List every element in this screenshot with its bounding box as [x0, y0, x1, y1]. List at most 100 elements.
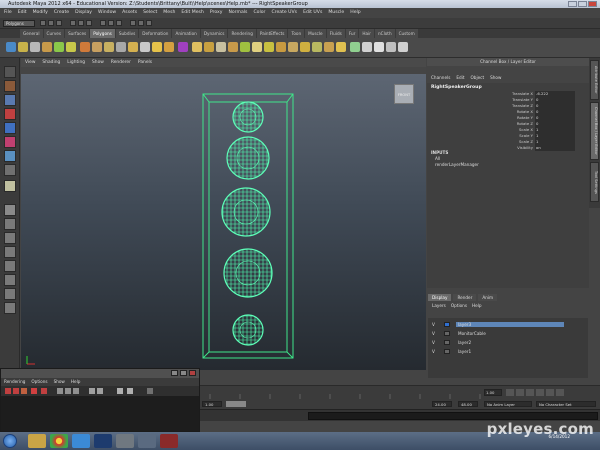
layer-row[interactable]: V MonitorCable: [432, 329, 564, 337]
media-player-taskbar-icon[interactable]: [72, 434, 90, 448]
quadrangulate-icon[interactable]: [264, 42, 274, 52]
menu-muscle[interactable]: Muscle: [328, 8, 344, 18]
scale-tool-icon[interactable]: [4, 136, 16, 148]
exposure-icon[interactable]: [147, 388, 153, 394]
render-view-maximize-icon[interactable]: [180, 370, 187, 376]
duplicate-face-icon[interactable]: [300, 42, 310, 52]
explorer-taskbar-icon[interactable]: [28, 434, 46, 448]
play-forwards-icon[interactable]: [536, 389, 544, 396]
uv-editor-icon[interactable]: [398, 42, 408, 52]
extract-icon[interactable]: [104, 42, 114, 52]
menu-assets[interactable]: Assets: [122, 8, 137, 18]
refresh-icon[interactable]: [41, 388, 47, 394]
shelf-tab-surfaces[interactable]: Surfaces: [65, 29, 90, 38]
menu-select[interactable]: Select: [143, 8, 157, 18]
menu-normals[interactable]: Normals: [228, 8, 247, 18]
render-settings-icon[interactable]: [146, 20, 152, 26]
merge-icon[interactable]: [228, 42, 238, 52]
snap-grid-icon[interactable]: [100, 20, 106, 26]
shelf-tab-ncloth[interactable]: nCloth: [375, 29, 395, 38]
attr-visibility[interactable]: Visibility on: [487, 145, 587, 151]
maximize-icon[interactable]: [578, 1, 587, 7]
current-frame-field[interactable]: 1.00: [484, 389, 502, 396]
time-slider[interactable]: 1.00: [200, 385, 600, 400]
shelf-tab-fluids[interactable]: Fluids: [326, 29, 345, 38]
append-polygon-icon[interactable]: [178, 42, 188, 52]
lasso-tool-icon[interactable]: [4, 80, 16, 92]
fill-hole-icon[interactable]: [240, 42, 250, 52]
cb-menu-show[interactable]: Show: [490, 74, 501, 82]
panel-menu-shading[interactable]: Shading: [42, 58, 60, 67]
planar-uv-icon[interactable]: [350, 42, 360, 52]
go-to-end-icon[interactable]: [556, 389, 564, 396]
shelf-tab-subdivs[interactable]: Subdivs: [115, 29, 139, 38]
soft-mod-tool-icon[interactable]: [4, 164, 16, 176]
side-tab-channel-box[interactable]: Channel Box / Layer Editor: [590, 102, 599, 160]
shelf-tab-dynamics[interactable]: Dynamics: [200, 29, 228, 38]
wedge-icon[interactable]: [276, 42, 286, 52]
smooth-icon[interactable]: [116, 42, 126, 52]
app-taskbar-icon[interactable]: [138, 434, 156, 448]
rv-menu-options[interactable]: Options: [31, 378, 47, 386]
cut-faces-icon[interactable]: [312, 42, 322, 52]
layer-tab-display[interactable]: Display: [428, 294, 452, 301]
menu-create[interactable]: Create: [54, 8, 69, 18]
keep-image-icon[interactable]: [89, 388, 95, 394]
start-button[interactable]: [3, 434, 17, 448]
maya-taskbar-icon[interactable]: [116, 434, 134, 448]
shelf-tab-polygons[interactable]: Polygons: [90, 29, 115, 38]
layer-visibility-toggle[interactable]: V: [432, 322, 438, 327]
menu-edit-mesh[interactable]: Edit Mesh: [181, 8, 203, 18]
bridge-icon[interactable]: [164, 42, 174, 52]
extrude-icon[interactable]: [152, 42, 162, 52]
range-end-field[interactable]: 24.00: [432, 401, 452, 407]
layer-visibility-toggle[interactable]: V: [432, 349, 438, 354]
boolean-icon[interactable]: [140, 42, 150, 52]
spherical-uv-icon[interactable]: [374, 42, 384, 52]
combine-icon[interactable]: [80, 42, 90, 52]
layer-color-swatch[interactable]: [444, 321, 450, 327]
shelf-tab-toon[interactable]: Toon: [288, 29, 305, 38]
layer-color-swatch[interactable]: [444, 339, 450, 345]
layer-color-swatch[interactable]: [444, 348, 450, 354]
panel-menu-lighting[interactable]: Lighting: [67, 58, 85, 67]
shelf-tab-hair[interactable]: Hair: [359, 29, 374, 38]
layer-name[interactable]: layer3: [456, 321, 564, 327]
layer-menu-layers[interactable]: Layers: [432, 303, 446, 308]
menu-edit[interactable]: Edit: [18, 8, 27, 18]
rv-menu-show[interactable]: Show: [54, 378, 65, 386]
cb-menu-object[interactable]: Object: [470, 74, 484, 82]
shelf-tab-rendering[interactable]: Rendering: [228, 29, 256, 38]
poly-plane-icon[interactable]: [54, 42, 64, 52]
automatic-uv-icon[interactable]: [386, 42, 396, 52]
cb-menu-channels[interactable]: Channels: [431, 74, 450, 82]
select-component-icon[interactable]: [86, 20, 92, 26]
render-view-image-area[interactable]: [1, 396, 199, 431]
open-scene-icon[interactable]: [48, 20, 54, 26]
snap-curve-icon[interactable]: [108, 20, 114, 26]
alpha-channel-icon[interactable]: [65, 388, 71, 394]
panel-menu-panels[interactable]: Panels: [138, 58, 152, 67]
persp-outliner-layout-icon[interactable]: [4, 232, 16, 244]
redo-render-icon[interactable]: [5, 388, 11, 394]
triangulate-icon[interactable]: [252, 42, 262, 52]
custom-layout-icon[interactable]: [4, 288, 16, 300]
shelf-tab-curves[interactable]: Curves: [43, 29, 65, 38]
layer-tab-render[interactable]: Render: [453, 294, 477, 301]
save-scene-icon[interactable]: [56, 20, 62, 26]
step-forward-icon[interactable]: [546, 389, 554, 396]
rotate-tool-icon[interactable]: [4, 122, 16, 134]
ipr-render-icon[interactable]: [138, 20, 144, 26]
render-view-close-icon[interactable]: [189, 370, 196, 376]
minimize-icon[interactable]: [568, 1, 577, 7]
shelf-tab-deformation[interactable]: Deformation: [139, 29, 172, 38]
layer-visibility-toggle[interactable]: V: [432, 340, 438, 345]
layer-visibility-toggle[interactable]: V: [432, 331, 438, 336]
play-backwards-icon[interactable]: [526, 389, 534, 396]
menu-set-dropdown[interactable]: Polygons: [3, 20, 35, 27]
layer-name[interactable]: layer1: [456, 349, 564, 354]
select-object-icon[interactable]: [78, 20, 84, 26]
range-slider[interactable]: [226, 401, 246, 407]
remove-image-icon[interactable]: [97, 388, 103, 394]
rgb-channel-icon[interactable]: [57, 388, 63, 394]
